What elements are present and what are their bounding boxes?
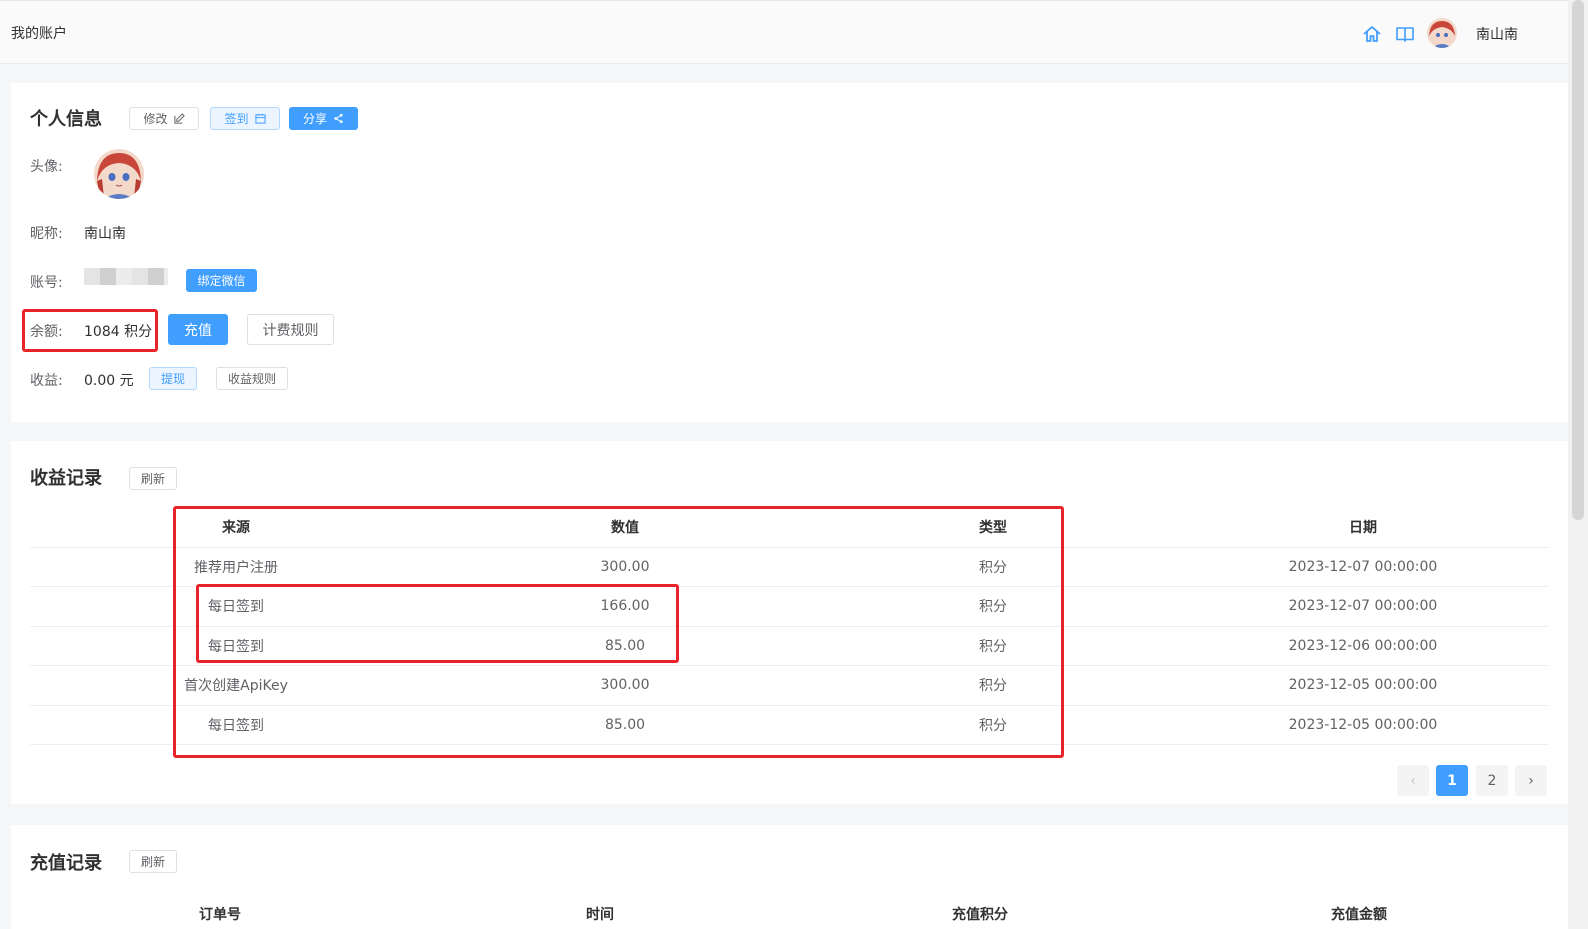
- date-cell: 2023-12-07 00:00:00: [1178, 547, 1548, 587]
- income-refresh-label: 刷新: [140, 472, 165, 486]
- calendar-icon: [254, 113, 266, 124]
- billing-rules-button[interactable]: 计费规则: [247, 314, 334, 345]
- column-header: 数值: [442, 507, 808, 548]
- bind-wechat-label: 绑定微信: [197, 274, 246, 288]
- home-icon[interactable]: [1361, 23, 1383, 45]
- amount-cell: 300.00: [442, 665, 808, 706]
- page-2-button[interactable]: 2: [1476, 765, 1508, 796]
- recharge-refresh-button[interactable]: 刷新: [129, 850, 177, 873]
- account-value-blurred: [84, 268, 168, 285]
- date-cell: 2023-12-06 00:00:00: [1178, 626, 1548, 666]
- date-cell: 2023-12-07 00:00:00: [1178, 586, 1548, 627]
- table-header-row: 来源 数值 类型 日期: [30, 507, 1548, 548]
- recharge-records-table: 订单号 时间 充值积分 充值金额: [30, 899, 1548, 929]
- income-rules-button[interactable]: 收益规则: [216, 367, 288, 390]
- avatar[interactable]: [1427, 18, 1457, 48]
- share-button[interactable]: 分享: [289, 107, 358, 130]
- profile-card: 个人信息 修改 签到 分享 头像: 昵称: 南山南 账号: 绑定微信 余额: 1…: [11, 83, 1568, 422]
- checkin-label: 签到: [224, 112, 249, 126]
- source-cell: 首次创建ApiKey: [30, 665, 442, 706]
- amount-cell: 85.00: [442, 705, 808, 745]
- source-cell: 每日签到: [30, 626, 442, 666]
- amount-cell: 300.00: [442, 547, 808, 587]
- source-cell: 推荐用户注册: [30, 547, 442, 587]
- column-header: 充值金额: [1331, 907, 1387, 923]
- column-header: 时间: [586, 907, 614, 923]
- withdraw-label: 提现: [160, 372, 185, 386]
- table-row: 每日签到 85.00 积分 2023-12-06 00:00:00: [30, 626, 1548, 666]
- nickname-label: 昵称:: [30, 226, 63, 242]
- nickname-value: 南山南: [84, 226, 126, 242]
- edit-icon: [173, 113, 185, 124]
- profile-title: 个人信息: [30, 109, 102, 130]
- prev-page-button[interactable]: ‹: [1397, 765, 1429, 796]
- table-header-row: 订单号 时间 充值积分 充值金额: [30, 899, 1548, 929]
- column-header: 日期: [1178, 507, 1548, 548]
- type-cell: 积分: [808, 705, 1178, 745]
- recharge-records-title: 充值记录: [30, 853, 102, 874]
- page-1-button[interactable]: 1: [1436, 765, 1468, 796]
- account-label: 账号:: [30, 275, 63, 291]
- income-records-card: 收益记录 刷新 来源 数值 类型 日期 推荐用户注册 300.00 积分 202…: [11, 441, 1568, 804]
- date-cell: 2023-12-05 00:00:00: [1178, 665, 1548, 706]
- recharge-refresh-label: 刷新: [140, 855, 165, 869]
- amount-cell: 85.00: [442, 626, 808, 666]
- income-refresh-button[interactable]: 刷新: [129, 467, 177, 490]
- type-cell: 积分: [808, 586, 1178, 627]
- table-row: 首次创建ApiKey 300.00 积分 2023-12-05 00:00:00: [30, 665, 1548, 706]
- next-page-button[interactable]: ›: [1515, 765, 1547, 796]
- avatar-label: 头像:: [30, 159, 63, 175]
- date-cell: 2023-12-05 00:00:00: [1178, 705, 1548, 745]
- edit-button[interactable]: 修改: [129, 107, 199, 130]
- table-row: 每日签到 166.00 积分 2023-12-07 00:00:00: [30, 586, 1548, 627]
- page-title: 我的账户: [11, 26, 67, 42]
- withdraw-button[interactable]: 提现: [149, 367, 197, 390]
- amount-cell: 166.00: [442, 586, 808, 627]
- type-cell: 积分: [808, 665, 1178, 706]
- profile-avatar[interactable]: [94, 149, 144, 199]
- table-row: 每日签到 85.00 积分 2023-12-05 00:00:00: [30, 705, 1548, 745]
- edit-label: 修改: [143, 112, 168, 126]
- income-records-title: 收益记录: [30, 468, 102, 489]
- income-value: 0.00 元: [84, 373, 134, 389]
- column-header: 类型: [808, 507, 1178, 548]
- column-header: 充值积分: [952, 907, 1008, 923]
- balance-value: 1084 积分: [84, 324, 153, 340]
- billing-rules-label: 计费规则: [262, 322, 319, 339]
- checkin-button[interactable]: 签到: [210, 107, 280, 130]
- share-icon: [334, 113, 343, 124]
- user-name[interactable]: 南山南: [1476, 24, 1518, 44]
- share-label: 分享: [302, 112, 327, 126]
- income-records-table: 来源 数值 类型 日期 推荐用户注册 300.00 积分 2023-12-07 …: [30, 507, 1548, 745]
- table-row: 推荐用户注册 300.00 积分 2023-12-07 00:00:00: [30, 547, 1548, 587]
- bind-wechat-button[interactable]: 绑定微信: [186, 269, 257, 292]
- column-header: 来源: [30, 507, 442, 548]
- balance-label: 余额:: [30, 324, 63, 340]
- source-cell: 每日签到: [30, 705, 442, 745]
- column-header: 订单号: [199, 907, 241, 923]
- income-rules-label: 收益规则: [227, 372, 276, 386]
- type-cell: 积分: [808, 626, 1178, 666]
- type-cell: 积分: [808, 547, 1178, 587]
- income-label: 收益:: [30, 373, 63, 389]
- scrollbar-thumb[interactable]: [1572, 0, 1584, 520]
- top-bar: 我的账户 南山南: [0, 0, 1568, 64]
- source-cell: 每日签到: [30, 586, 442, 627]
- recharge-button[interactable]: 充值: [168, 314, 228, 345]
- recharge-label: 充值: [184, 322, 212, 339]
- page-scrollbar[interactable]: [1568, 0, 1588, 929]
- book-icon[interactable]: [1394, 23, 1416, 45]
- recharge-records-card: 充值记录 刷新 订单号 时间 充值积分 充值金额: [11, 825, 1568, 929]
